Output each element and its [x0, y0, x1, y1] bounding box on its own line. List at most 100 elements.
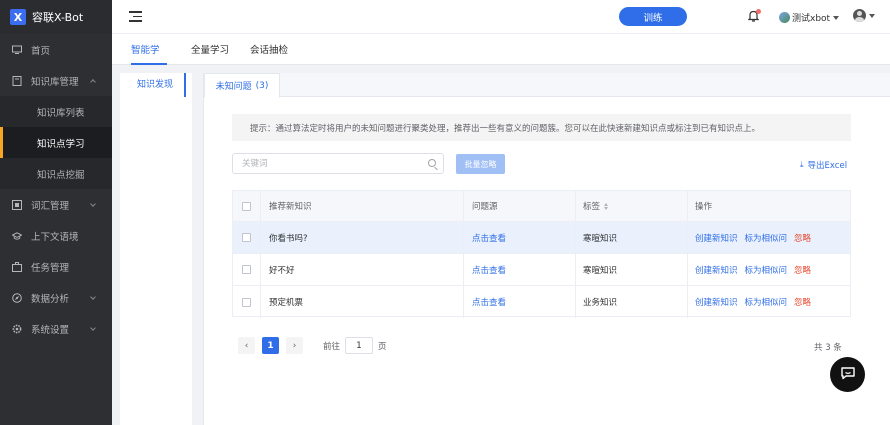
train-button[interactable]: 训练 — [619, 7, 687, 26]
chevron-up-icon — [90, 79, 96, 85]
tab-unknown-questions[interactable]: 未知问题 (3) — [204, 73, 280, 98]
gear-icon — [12, 324, 22, 334]
compass-icon — [12, 292, 22, 303]
sidebar-item-label: 知识点挖掘 — [37, 169, 85, 181]
main-panel: 未知问题 (3) 提示：通过算法定时将用户的未知问题进行聚类处理，推荐出一些有意… — [203, 73, 890, 425]
search-box — [232, 153, 444, 174]
create-knowledge-link[interactable]: 创建新知识 — [695, 296, 738, 308]
chevron-down-icon — [90, 294, 96, 300]
subtab-bar: 未知问题 (3) — [204, 73, 890, 98]
select-all-checkbox[interactable] — [242, 201, 251, 211]
sidebar-item-label: 上下文语境 — [31, 231, 79, 243]
chat-support-button[interactable] — [830, 357, 865, 392]
pagination: ‹ 1 › 前往 1 页 — [238, 337, 387, 354]
sidebar-item-knowledge-list[interactable]: 知识库列表 — [0, 96, 112, 127]
sidebar-item-analytics[interactable]: 数据分析 — [0, 282, 112, 313]
ignore-link[interactable]: 忽略 — [794, 296, 811, 308]
tab-full-learning[interactable]: 全量学习 — [191, 34, 229, 65]
sidebar-item-vocabulary[interactable]: 词汇管理 — [0, 189, 112, 220]
notification-bell-icon[interactable] — [747, 9, 761, 22]
sidebar-item-knowledge-learning[interactable]: 知识点学习 — [0, 127, 112, 158]
learning-tabs: 智能学习 全量学习 会话抽检 — [112, 34, 890, 89]
user-menu[interactable]: 测试xbot — [779, 11, 840, 24]
briefcase-icon — [12, 261, 22, 272]
row-checkbox[interactable] — [242, 297, 251, 307]
view-source-link[interactable]: 点击查看 — [472, 296, 506, 308]
top-bar: 训练 测试xbot — [112, 0, 890, 34]
tab-session-sampling[interactable]: 会话抽检 — [250, 34, 288, 65]
sidebar-item-settings[interactable]: 系统设置 — [0, 313, 112, 344]
app-logo[interactable]: X 容联X-Bot — [0, 0, 112, 34]
chevron-down-icon — [833, 15, 840, 20]
sidebar-item-label: 知识库列表 — [37, 107, 85, 119]
ignore-link[interactable]: 忽略 — [794, 264, 811, 276]
cell-knowledge: 好不好 — [261, 254, 464, 285]
cell-tag: 寒暄知识 — [576, 222, 688, 253]
sidebar-item-context[interactable]: 上下文语境 — [0, 220, 112, 251]
unknown-questions-table: 推荐新知识 问题源 标签 操作 你看书吗? 点击查看 寒暄知识 创建新知识 标为… — [232, 190, 851, 318]
graduation-icon — [12, 231, 22, 241]
book-icon — [12, 75, 22, 86]
caret-down-icon — [869, 13, 875, 18]
sidebar-item-knowledge-base[interactable]: 知识库管理 — [0, 65, 112, 96]
tip-banner: 提示：通过算法定时将用户的未知问题进行聚类处理，推荐出一些有意义的问题簇。您可以… — [232, 114, 851, 141]
row-checkbox[interactable] — [242, 233, 251, 242]
sidebar: X 容联X-Bot 首页 知识库管理 知识库列表 知识点学习 知识点挖掘 词汇管… — [0, 0, 112, 425]
sidebar-item-label: 任务管理 — [31, 262, 70, 274]
next-page-button[interactable]: › — [286, 337, 303, 354]
bulk-ignore-button[interactable]: 批量忽略 — [456, 154, 505, 174]
sort-icon[interactable] — [604, 202, 609, 210]
keyword-input[interactable] — [233, 154, 413, 173]
header-tag[interactable]: 标签 — [576, 191, 688, 221]
page-number-button[interactable]: 1 — [262, 337, 279, 354]
tab-smart-learning[interactable]: 智能学习 — [131, 34, 167, 89]
chevron-down-icon — [90, 201, 96, 207]
create-knowledge-link[interactable]: 创建新知识 — [695, 264, 738, 276]
goto-label: 前往 — [323, 341, 341, 352]
goto-page: 前往 1 页 — [323, 337, 387, 354]
prev-page-button[interactable]: ‹ — [238, 337, 255, 354]
nav-knowledge-discovery[interactable]: 知识发现 — [120, 73, 186, 97]
menu-fold-icon[interactable] — [129, 11, 142, 22]
cell-tag: 业务知识 — [576, 286, 688, 318]
download-icon: ⤓ — [800, 160, 804, 169]
sidebar-item-label: 词汇管理 — [31, 200, 70, 212]
view-source-link[interactable]: 点击查看 — [472, 264, 506, 276]
search-icon[interactable] — [428, 159, 436, 167]
username: 测试xbot — [792, 14, 831, 24]
header-ops: 操作 — [695, 202, 713, 212]
header-source: 问题源 — [464, 191, 576, 221]
table-row: 好不好 点击查看 寒暄知识 创建新知识 标为相似问 忽略 — [233, 254, 850, 286]
mark-similar-link[interactable]: 标为相似问 — [745, 232, 788, 244]
avatar[interactable] — [853, 9, 875, 22]
ignore-link[interactable]: 忽略 — [794, 232, 811, 244]
app-name: 容联X-Bot — [32, 11, 84, 24]
table-header: 推荐新知识 问题源 标签 操作 — [233, 191, 850, 222]
view-source-link[interactable]: 点击查看 — [472, 232, 506, 244]
notification-dot — [756, 9, 761, 14]
logo-icon: X — [10, 9, 26, 25]
goto-page-input[interactable]: 1 — [345, 337, 374, 354]
create-knowledge-link[interactable]: 创建新知识 — [695, 232, 738, 244]
discovery-nav: 知识发现 — [120, 73, 192, 425]
sidebar-item-label: 首页 — [31, 45, 51, 57]
globe-icon — [779, 12, 790, 23]
sidebar-item-label: 知识库管理 — [31, 76, 79, 88]
sidebar-item-tasks[interactable]: 任务管理 — [0, 251, 112, 282]
export-excel-link[interactable]: ⤓ 导出Excel — [800, 159, 847, 171]
chevron-down-icon — [90, 325, 96, 331]
dictionary-icon — [12, 199, 22, 210]
user-icon — [853, 9, 866, 22]
sidebar-item-knowledge-mining[interactable]: 知识点挖掘 — [0, 158, 112, 189]
table-row: 预定机票 点击查看 业务知识 创建新知识 标为相似问 忽略 — [233, 286, 850, 318]
mark-similar-link[interactable]: 标为相似问 — [745, 296, 788, 308]
sidebar-item-label: 知识点学习 — [37, 138, 85, 150]
header-tag-label: 标签 — [583, 202, 601, 212]
mark-similar-link[interactable]: 标为相似问 — [745, 264, 788, 276]
row-checkbox[interactable] — [242, 265, 251, 274]
tab-count: (3) — [255, 80, 269, 91]
cell-knowledge: 你看书吗? — [261, 222, 464, 253]
sidebar-item-home[interactable]: 首页 — [0, 34, 112, 65]
sidebar-item-label: 数据分析 — [31, 293, 70, 305]
cell-knowledge: 预定机票 — [261, 286, 464, 318]
